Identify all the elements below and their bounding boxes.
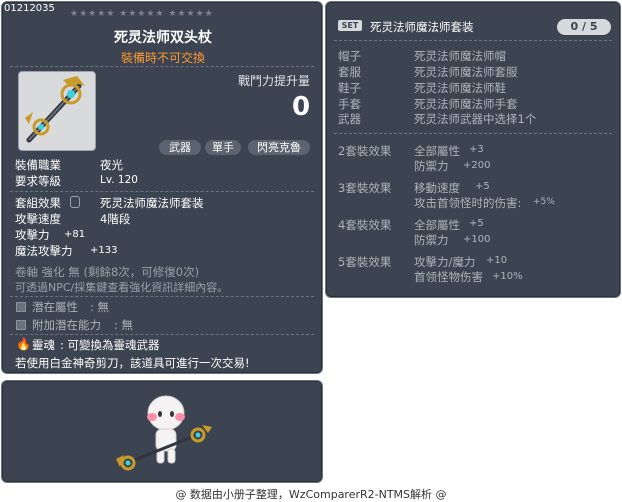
set-title: 死灵法师魔法师套装 <box>370 20 474 34</box>
set-effect-value: 死灵法师魔法师套装 <box>100 196 204 210</box>
set-piece-name: 死灵法师魔法师手套 <box>414 97 518 111</box>
npc-info-note: 可透過NPC/採集鍵查看強化資訊詳細內容。 <box>15 281 229 294</box>
set-piece-slot: 套服 <box>338 65 361 79</box>
bonus-potential-label: 附加潛在能力 <box>32 318 101 332</box>
divider <box>10 191 314 192</box>
item-id: 01212035 <box>4 3 55 14</box>
item-tooltip-panel: 01212035 ★★★★★ ★★★★★ ★★★★★ 死灵法师双头杖 裝備時不可… <box>1 1 323 374</box>
magic-attack-value: +133 <box>90 245 118 256</box>
set-piece-slot: 手套 <box>338 97 361 111</box>
divider <box>10 334 314 335</box>
tag-weapon: 武器 <box>159 140 201 155</box>
set-effect-title: 2套裝效果 <box>338 144 392 158</box>
star-force-stars: ★★★★★ ★★★★★ ★★★★★ <box>70 9 214 19</box>
tag-shining-rod: 閃亮克魯 <box>248 140 310 155</box>
set-effect-value: +5 <box>469 218 484 229</box>
set-effect-value: +200 <box>463 160 491 171</box>
set-effect-value: +5% <box>533 197 555 207</box>
tag-one-handed: 單手 <box>205 140 241 155</box>
combat-power-value: 0 <box>292 92 311 122</box>
magic-attack-label: 魔法攻擊力 <box>15 244 73 258</box>
attack-value: +81 <box>64 229 86 240</box>
set-piece-slot: 帽子 <box>338 49 361 63</box>
bonus-potential-value: : 無 <box>114 318 134 332</box>
set-effect-stat: 移動速度 <box>414 181 460 195</box>
set-effect-label: 套組效果 <box>15 196 61 210</box>
trade-restriction-note: 裝備時不可交換 <box>120 51 205 65</box>
item-name: 死灵法师双头杖 <box>114 30 212 46</box>
divider <box>334 133 612 134</box>
set-piece-name: 死灵法师魔法师鞋 <box>414 81 506 95</box>
bonus-potential-checkbox-icon <box>16 320 26 330</box>
character-preview-panel <box>1 380 323 483</box>
set-item-panel: SET 死灵法师魔法师套装 0 / 5 帽子 死灵法师魔法师帽 套服 死灵法师魔… <box>325 1 621 298</box>
soul-flame-icon: 🔥 <box>16 337 31 351</box>
set-effect-value: +3 <box>469 144 484 155</box>
scissors-trade-note: 若使用白金神奇剪刀，該道具可進行一次交易! <box>15 356 250 370</box>
set-effect-title: 5套裝效果 <box>338 255 392 269</box>
set-piece-name: 死灵法师魔法师帽 <box>414 49 506 63</box>
potential-checkbox-icon <box>16 302 26 312</box>
set-effect-value: +5 <box>475 181 490 192</box>
scroll-enhance-info: 卷軸 強化 無 (剩餘8次，可修復0次) <box>15 265 200 279</box>
lock-icon <box>70 196 80 208</box>
set-piece-name: 死灵法师魔法师套服 <box>414 65 518 79</box>
set-effect-stat: 全部屬性 <box>414 218 460 232</box>
set-effect-stat: 防禦力 <box>414 233 449 247</box>
set-effect-value: +100 <box>463 234 491 245</box>
soul-label: 靈魂 <box>32 338 55 352</box>
job-label: 裝備職業 <box>15 158 61 172</box>
character-preview-avatar <box>116 395 212 471</box>
set-effect-stat: 攻击首领怪时的伤害: <box>414 196 522 210</box>
set-piece-slot: 武器 <box>338 112 361 126</box>
set-effect-stat: 首领怪物伤害 <box>414 270 483 284</box>
set-effect-stat: 攻擊力/魔力 <box>414 255 476 269</box>
set-effect-title: 3套裝效果 <box>338 181 392 195</box>
set-effect-value: +10% <box>492 271 523 282</box>
combat-power-label: 戰鬥力提升量 <box>238 74 311 88</box>
set-effect-stat: 全部屬性 <box>414 144 460 158</box>
divider <box>334 40 612 41</box>
level-label: 要求等級 <box>15 174 61 188</box>
soul-value: : 可變換為靈魂武器 <box>60 338 160 352</box>
attack-label: 攻擊力 <box>15 228 50 242</box>
job-value: 夜光 <box>100 158 123 172</box>
staff-icon <box>25 76 85 143</box>
set-badge: SET <box>338 20 362 31</box>
potential-value: : 無 <box>90 300 110 314</box>
level-value: Lv. 120 <box>100 174 138 186</box>
set-effect-stat: 防禦力 <box>414 159 449 173</box>
set-piece-slot: 鞋子 <box>338 81 361 95</box>
set-effect-title: 4套裝效果 <box>338 218 392 232</box>
potential-label: 潛在屬性 <box>32 300 78 314</box>
item-icon-frame <box>18 71 96 151</box>
divider <box>10 66 314 67</box>
set-piece-name: 死灵法师武器中选择1个 <box>414 112 537 126</box>
attack-speed-value: 4階段 <box>100 212 131 226</box>
divider <box>10 296 314 297</box>
attack-speed-label: 攻擊速度 <box>15 212 61 226</box>
set-effect-value: +10 <box>486 255 508 266</box>
set-piece-count: 0 / 5 <box>557 19 611 35</box>
